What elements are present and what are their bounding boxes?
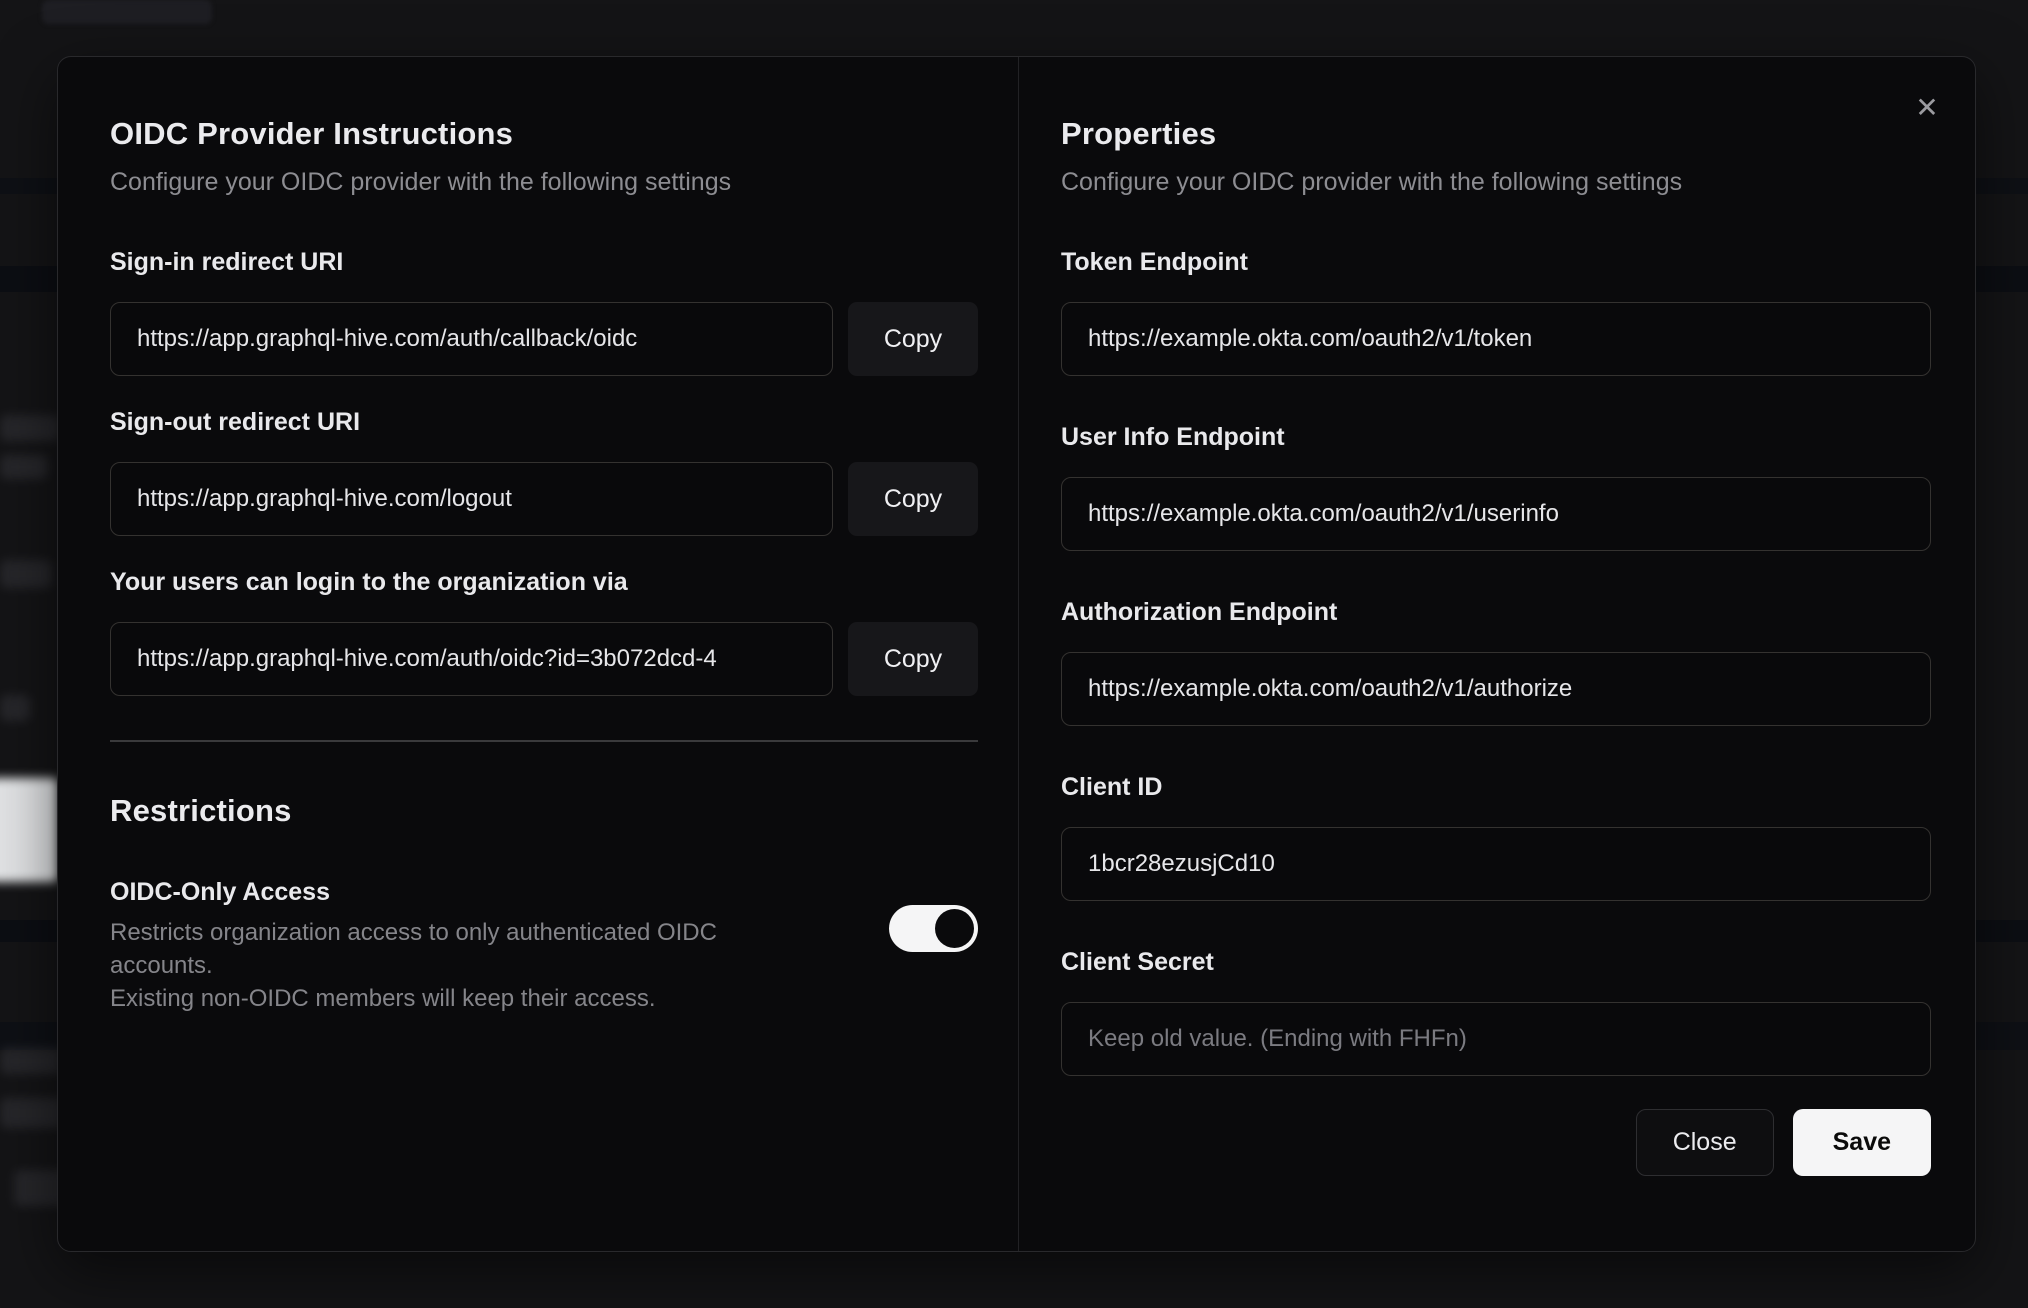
userinfo-endpoint-input[interactable] [1061, 477, 1931, 551]
authorization-endpoint-row [1061, 652, 1931, 726]
copy-signin-uri-button[interactable]: Copy [848, 302, 978, 376]
oidc-only-access-description-line2: Existing non-OIDC members will keep thei… [110, 985, 656, 1012]
token-endpoint-input[interactable] [1061, 302, 1931, 376]
userinfo-endpoint-row [1061, 477, 1931, 551]
toggle-knob-icon [935, 909, 974, 948]
client-id-row [1061, 827, 1931, 901]
oidc-only-access-description-line1: Restricts organization access to only au… [110, 919, 717, 979]
oidc-only-access-description: Restricts organization access to only au… [110, 916, 810, 1015]
copy-login-uri-button[interactable]: Copy [848, 622, 978, 696]
signout-redirect-uri-input[interactable] [110, 462, 833, 536]
oidc-only-access-toggle[interactable] [889, 905, 978, 952]
signin-redirect-uri-row: Copy [110, 302, 978, 376]
organization-login-uri-row: Copy [110, 622, 978, 696]
close-button[interactable]: Close [1635, 1109, 1774, 1176]
token-endpoint-row [1061, 302, 1931, 376]
client-id-input[interactable] [1061, 827, 1931, 901]
client-secret-row [1061, 1002, 1931, 1076]
signout-redirect-uri-label: Sign-out redirect URI [110, 408, 361, 436]
properties-title: Properties [1061, 116, 1217, 151]
properties-subtitle: Configure your OIDC provider with the fo… [1061, 168, 1683, 196]
userinfo-endpoint-label: User Info Endpoint [1061, 423, 1285, 451]
background-fragment [0, 560, 52, 588]
instructions-title: OIDC Provider Instructions [110, 116, 514, 151]
section-divider [110, 740, 978, 742]
properties-pane: ✕ Properties Configure your OIDC provide… [1019, 57, 1975, 1251]
authorization-endpoint-input[interactable] [1061, 652, 1931, 726]
signin-redirect-uri-input[interactable] [110, 302, 833, 376]
background-fragment [0, 1048, 62, 1074]
oidc-only-access-text: OIDC-Only Access Restricts organization … [110, 877, 810, 1015]
save-button[interactable]: Save [1792, 1109, 1931, 1176]
background-fragment [42, 0, 212, 24]
oidc-only-access-row: OIDC-Only Access Restricts organization … [110, 877, 978, 1015]
authorization-endpoint-label: Authorization Endpoint [1061, 598, 1338, 626]
client-secret-label: Client Secret [1061, 948, 1214, 976]
background-obscured-button [0, 778, 58, 882]
background-fragment [0, 455, 48, 479]
oidc-settings-modal: OIDC Provider Instructions Configure you… [57, 56, 1976, 1252]
background-fragment [0, 695, 30, 721]
background-fragment [0, 1098, 64, 1128]
dialog-actions: Close Save [1061, 1109, 1931, 1176]
client-secret-input[interactable] [1061, 1002, 1931, 1076]
oidc-instructions-pane: OIDC Provider Instructions Configure you… [58, 57, 1019, 1251]
oidc-only-access-label: OIDC-Only Access [110, 878, 330, 906]
background-fragment [0, 415, 60, 441]
close-icon[interactable]: ✕ [1909, 90, 1945, 126]
organization-login-uri-label: Your users can login to the organization… [110, 568, 628, 596]
restrictions-title: Restrictions [110, 793, 292, 828]
client-id-label: Client ID [1061, 773, 1163, 801]
organization-login-uri-input[interactable] [110, 622, 833, 696]
copy-signout-uri-button[interactable]: Copy [848, 462, 978, 536]
signin-redirect-uri-label: Sign-in redirect URI [110, 248, 344, 276]
token-endpoint-label: Token Endpoint [1061, 248, 1249, 276]
instructions-subtitle: Configure your OIDC provider with the fo… [110, 168, 732, 196]
signout-redirect-uri-row: Copy [110, 462, 978, 536]
